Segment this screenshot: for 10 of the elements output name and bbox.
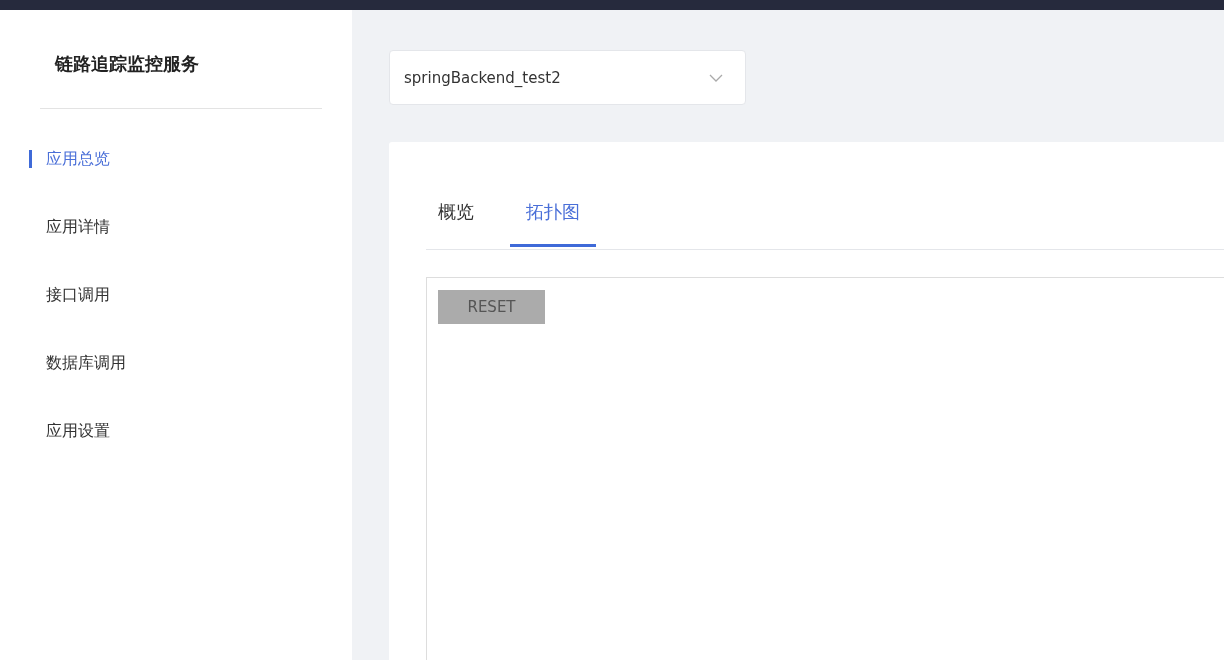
sidebar-title: 链路追踪监控服务 xyxy=(55,52,200,76)
sidebar-item[interactable]: 应用详情 xyxy=(46,216,110,238)
tab[interactable]: 概览 xyxy=(426,198,486,244)
sidebar-item[interactable]: 应用总览 xyxy=(46,148,110,170)
sidebar-item[interactable]: 数据库调用 xyxy=(46,352,126,374)
tab[interactable]: 拓扑图 xyxy=(510,198,596,247)
sidebar-item[interactable]: 应用设置 xyxy=(46,420,110,442)
sidebar-item[interactable]: 接口调用 xyxy=(46,284,110,306)
app-select[interactable]: springBackend_test2 xyxy=(389,50,746,105)
chevron-down-icon xyxy=(709,73,723,82)
